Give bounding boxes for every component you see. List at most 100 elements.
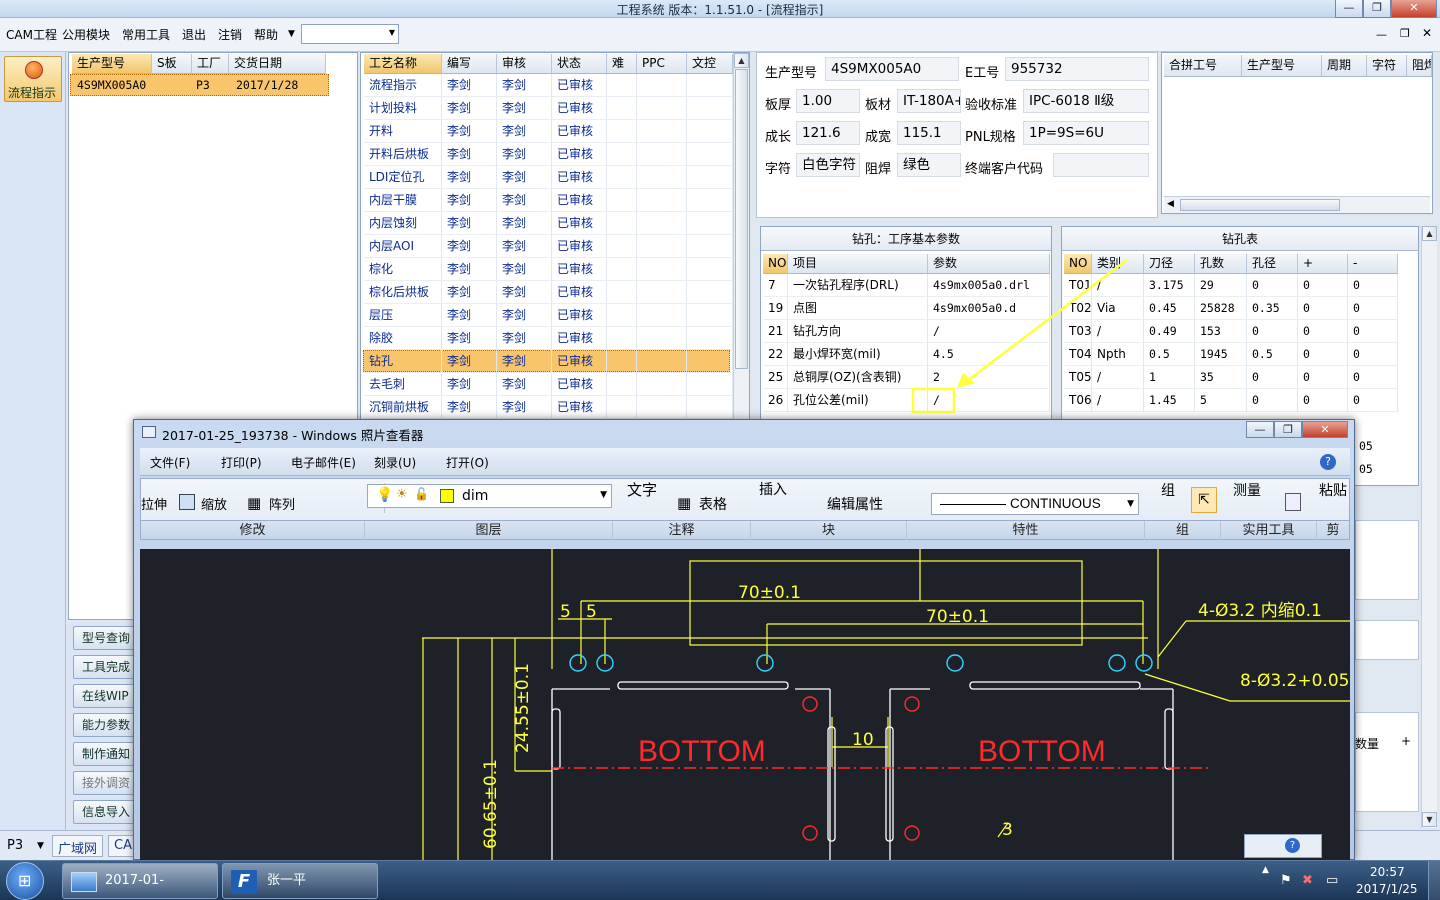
ribbon-group-bar: 修改 图层 注释 块 特性 组 实用工具 剪 (140, 520, 1350, 540)
group-clipboard[interactable]: 剪 (1317, 521, 1349, 540)
viewer-app-icon (142, 426, 156, 438)
note-8-holes: 8-Ø3.2+0.05-0.05 (1240, 671, 1350, 691)
viewer-close-button[interactable]: ✕ (1302, 421, 1348, 438)
viewer-minimize-button[interactable]: — (1246, 421, 1274, 438)
hole-6 (1135, 654, 1153, 672)
group-layer[interactable]: 图层 (365, 521, 613, 540)
linetype-dropdown-icon[interactable]: ▼ (1127, 499, 1134, 509)
dim-5-left: 5 (560, 602, 571, 622)
dim-5-right: 5 (586, 602, 597, 622)
show-desktop-button[interactable] (1428, 861, 1440, 900)
ribbon-paste: 粘贴 (1319, 483, 1347, 499)
dim-70-lower: 70±0.1 (926, 607, 989, 627)
photo-task-icon (71, 872, 97, 892)
slot-right (1164, 708, 1174, 770)
ribbon-scale: 缩放 (201, 498, 228, 513)
group-block[interactable]: 块 (751, 521, 907, 540)
import-button[interactable]: 信息导入 (73, 800, 135, 824)
drawing-svg: 70±0.1 70±0.1 5 5 10 3 4-Ø3.2 内缩0.1 8-Ø3… (422, 549, 1350, 861)
ribbon-edit-attr: 编辑属性 (827, 497, 883, 513)
expand-plus-icon[interactable]: + (1401, 734, 1411, 748)
layer-dropdown-icon[interactable]: ▼ (600, 490, 607, 500)
viewer-help-icon[interactable]: ? (1320, 454, 1336, 470)
note-4-holes: 4-Ø3.2 内缩0.1 (1198, 601, 1322, 621)
annotation-arrow (966, 259, 1128, 382)
ribbon-measure: 测量 (1233, 483, 1261, 499)
target-3 (802, 825, 818, 841)
app-task-icon: F (231, 870, 257, 894)
scale-icon (179, 494, 195, 510)
dim-24-55: 24.55±0.1 (513, 663, 533, 753)
hole-5 (1108, 654, 1126, 672)
external-button[interactable]: 接外调资 (73, 771, 135, 795)
bulb-icon: 💡 (376, 487, 394, 503)
group-modify[interactable]: 修改 (141, 521, 365, 540)
clock-time[interactable]: 20:57 (1370, 865, 1405, 879)
hole-4 (946, 654, 964, 672)
model-query-button[interactable]: 型号查询 (73, 626, 135, 650)
partial-value-2: 05 (1359, 462, 1373, 476)
tray-expand-icon[interactable]: ▲ (1262, 865, 1269, 875)
photo-viewer-window[interactable]: 2017-01-25_193738 - Windows 照片查看器 — ❐ ✕ … (133, 419, 1355, 861)
right-scroll-down-icon[interactable]: ▼ (1422, 812, 1437, 827)
tray-display-icon[interactable]: ▭ (1326, 873, 1338, 888)
viewer-menu-file[interactable]: 文件(F) (150, 454, 190, 471)
array-icon: ▦ (247, 494, 262, 512)
right-lower-area: 数量 + (1355, 486, 1419, 828)
factory-status: P3 (7, 838, 24, 853)
highlight-box (911, 387, 956, 414)
task-user-label: 张一平 (267, 873, 307, 888)
linetype-preview (940, 504, 1006, 505)
lock-icon: 🔓 (414, 487, 429, 501)
calculator-icon (1285, 493, 1301, 511)
windows-logo-icon: ⊞ (18, 871, 32, 890)
table-icon: ▦ (677, 494, 692, 512)
viewer-menu-burn[interactable]: 刻录(U) (374, 454, 416, 471)
tray-network-icon[interactable]: ✖ (1302, 873, 1313, 888)
tab-wan[interactable]: 广域网 (52, 835, 104, 857)
task-user[interactable]: F 张一平 (222, 863, 378, 899)
viewer-maximize-button[interactable]: ❐ (1274, 421, 1302, 438)
group-group[interactable]: 组 (1145, 521, 1221, 540)
start-button[interactable]: ⊞ (6, 862, 44, 900)
viewer-mini-toolbar[interactable]: ? (1244, 834, 1322, 858)
panel-outline (551, 688, 1174, 861)
group-properties[interactable]: 特性 (907, 521, 1145, 540)
group-utilities[interactable]: 实用工具 (1221, 521, 1317, 540)
tray-flag-icon[interactable]: ⚑ (1280, 873, 1292, 888)
viewer-menu-print[interactable]: 打印(P) (221, 454, 262, 471)
target-1 (802, 696, 818, 712)
label-bottom-right: BOTTOM (978, 735, 1106, 768)
layer-name: dim (462, 488, 489, 504)
viewer-menu-open[interactable]: 打开(O) (446, 454, 489, 471)
viewer-title: 2017-01-25_193738 - Windows 照片查看器 (162, 428, 424, 443)
dim-60-65: 60.65±0.1 (481, 759, 501, 849)
group-annotation[interactable]: 注释 (613, 521, 751, 540)
ribbon-stretch: 拉伸 (141, 498, 168, 513)
clock-date[interactable]: 2017/1/25 (1356, 882, 1418, 896)
quantity-label: 数量 (1355, 737, 1380, 751)
capability-button[interactable]: 能力参数 (73, 713, 135, 737)
mini-help-icon[interactable]: ? (1285, 838, 1300, 853)
dim-70-upper: 70±0.1 (738, 583, 801, 603)
ribbon-table: 表格 (699, 497, 727, 513)
ribbon-array: 阵列 (269, 498, 296, 513)
slot-top-right (969, 681, 1141, 690)
cad-drawing[interactable]: 70±0.1 70±0.1 5 5 10 3 4-Ø3.2 内缩0.1 8-Ø3… (140, 549, 1350, 861)
linetype-combo[interactable]: CONTINUOUS ▼ (931, 493, 1139, 515)
slot-top-left (617, 681, 789, 690)
hole-3 (756, 654, 774, 672)
factory-dropdown-icon[interactable]: ▼ (37, 841, 44, 851)
viewer-menu-email[interactable]: 电子邮件(E) (291, 454, 356, 471)
layer-combo[interactable]: 💡 ☀ 🔓 dim ▼ (367, 484, 612, 508)
dim-highlight-box (689, 560, 1083, 646)
notice-button[interactable]: 制作通知 (73, 742, 135, 766)
group-select-icon[interactable]: ⇱ (1191, 487, 1217, 513)
task-photo-viewer[interactable]: 2017-01-25_193... (62, 863, 218, 899)
dim-3: 3 (1002, 820, 1013, 840)
tool-complete-button[interactable]: 工具完成 (73, 655, 135, 679)
online-wip-button[interactable]: 在线WIP (73, 684, 135, 708)
slot-left (551, 708, 561, 770)
target-4 (904, 825, 920, 841)
partial-value-1: 05 (1359, 439, 1373, 453)
